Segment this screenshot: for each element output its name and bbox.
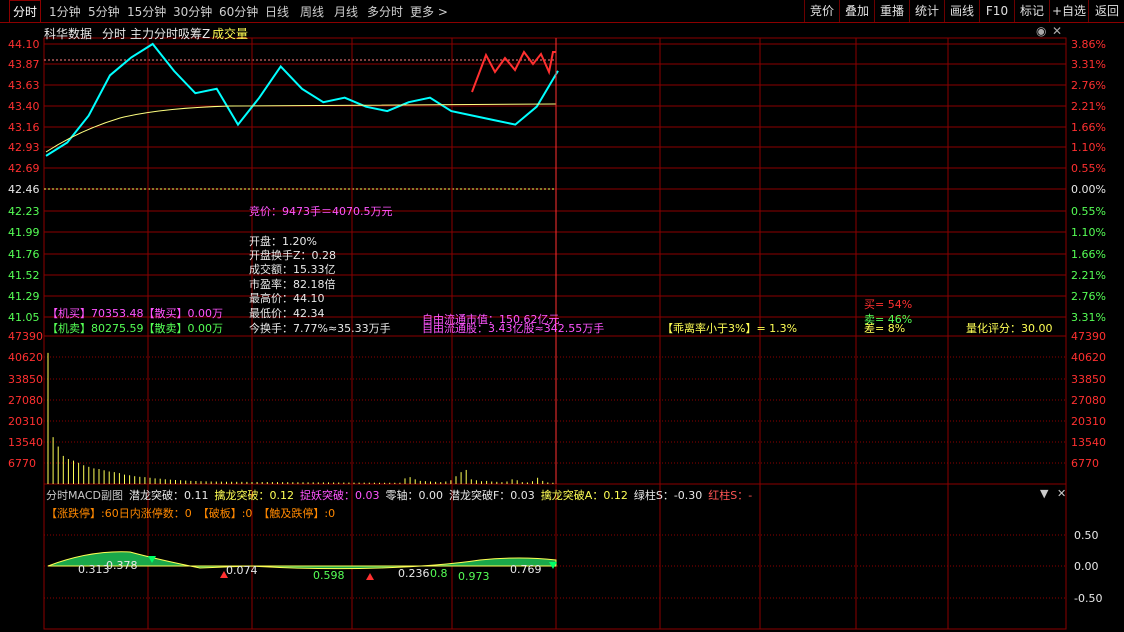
pe-info: 市盈率：82.18倍: [249, 278, 336, 291]
price-tick: 43.40: [8, 100, 40, 113]
float-shares-info: 自由流通股：3.43亿股≈342.55万手: [422, 322, 605, 335]
macd-value-label: 0.8: [430, 567, 448, 580]
volume-tick-right: 6770: [1071, 457, 1099, 470]
auction-info: 竞价：9473手＝4070.5万元: [249, 205, 393, 218]
price-tick: 43.16: [8, 121, 40, 134]
inst-buy-info: 【机买】70353.48【散买】0.00万: [47, 307, 223, 320]
volume-tick-right: 33850: [1071, 373, 1106, 386]
price-tick: 41.99: [8, 226, 40, 239]
macd-header-item: 分时MACD副图: [46, 489, 123, 502]
pct-tick: 1.66%: [1071, 248, 1106, 261]
macd-header-item: 绿柱S：-0.30: [633, 489, 703, 502]
price-tick: 42.23: [8, 205, 40, 218]
volume-indicator-name: 成交量: [212, 27, 249, 41]
macd-value-label: 0.074: [226, 564, 258, 577]
pct-tick: 0.55%: [1071, 205, 1106, 218]
buy-signal-icon: [366, 573, 374, 580]
volume-tick-left: 47390: [8, 330, 43, 343]
limit-stats: 【涨跌停】:60日内涨停数：0 【破板】:0 【触及跌停】:0: [46, 505, 341, 521]
volume-tick-left: 13540: [8, 436, 43, 449]
pct-tick: 0.55%: [1071, 162, 1106, 175]
pct-tick: 2.76%: [1071, 290, 1106, 303]
indicator-name: 主力分时吸筹Z: [130, 27, 211, 41]
price-tick: 42.69: [8, 162, 40, 175]
price-tick: 43.63: [8, 79, 40, 92]
buy-pct: 买= 54%: [864, 298, 913, 311]
volume-tick-left: 20310: [8, 415, 43, 428]
price-tick: 41.05: [8, 311, 40, 324]
pct-tick: 3.86%: [1071, 38, 1106, 51]
macd-tick: -0.50: [1074, 592, 1102, 605]
pct-tick: 1.66%: [1071, 121, 1106, 134]
dropdown-arrow-icon[interactable]: ▼: [1040, 488, 1048, 500]
pct-tick: 1.10%: [1071, 226, 1106, 239]
price-tick: 43.87: [8, 58, 40, 71]
settings-icon[interactable]: ◉: [1036, 24, 1046, 38]
macd-value-label: 0.769: [510, 563, 542, 576]
macd-header-item: 潜龙突破F：0.03: [448, 489, 535, 502]
price-tick: 41.52: [8, 269, 40, 282]
volume-tick-left: 33850: [8, 373, 43, 386]
volume-tick-right: 27080: [1071, 394, 1106, 407]
turnover-info: 今换手：7.77%≈35.33万手: [249, 322, 391, 335]
price-line-up: [471, 50, 556, 93]
volume-tick-right: 13540: [1071, 436, 1106, 449]
pct-tick: 2.21%: [1071, 269, 1106, 282]
price-tick: 41.29: [8, 290, 40, 303]
inst-sell-info: 【机卖】80275.59【散卖】0.00万: [47, 322, 223, 335]
limit-stat-item: 【触及跌停】:0: [258, 507, 336, 520]
volume-tick-right: 20310: [1071, 415, 1106, 428]
volume-tick-left: 27080: [8, 394, 43, 407]
macd-header-item: 零轴：0.00: [385, 489, 443, 502]
pct-tick: 3.31%: [1071, 58, 1106, 71]
pct-tick: 3.31%: [1071, 311, 1106, 324]
limit-stat-item: 【破板】:0: [197, 507, 253, 520]
diff-pct: 差= 8%: [864, 322, 906, 335]
macd-tick: 0.00: [1074, 560, 1099, 573]
price-tick: 42.46: [8, 183, 40, 196]
low-info: 最低价：42.34: [249, 307, 325, 320]
avg-price-line: [45, 103, 557, 153]
macd-close-icon[interactable]: ✕: [1057, 488, 1066, 500]
pct-tick: 1.10%: [1071, 141, 1106, 154]
macd-tick: 0.50: [1074, 529, 1099, 542]
amount-info: 成交额：15.33亿: [249, 263, 336, 276]
open-turnover-info: 开盘换手Z：0.28: [249, 249, 337, 262]
macd-value-label: 0.598: [313, 569, 345, 582]
pct-tick: 2.21%: [1071, 100, 1106, 113]
stock-name: 科华数据: [44, 27, 93, 41]
limit-stat-item: 【涨跌停】:60日内涨停数：0: [46, 507, 192, 520]
quant-score: 量化评分：30.00: [966, 322, 1053, 335]
pct-tick: 2.76%: [1071, 79, 1106, 92]
macd-header: 分时MACD副图 潜龙突破：0.11 擒龙突破：0.12 捉妖突破：0.03 零轴：0.…: [46, 487, 758, 503]
macd-header-item: 红柱S：-: [708, 489, 753, 502]
macd-value-label: 0.236: [398, 567, 430, 580]
macd-value-label: 0.378: [106, 559, 138, 572]
chart-mode: 分时: [102, 27, 127, 41]
macd-value-label: 0.973: [458, 570, 490, 583]
macd-header-item: 擒龙突破A：0.12: [540, 489, 628, 502]
price-line: [45, 42, 559, 157]
deviation-info: 【乖离率小于3%】= 1.3%: [662, 322, 798, 335]
volume-tick-right: 40620: [1071, 351, 1106, 364]
close-icon[interactable]: ✕: [1052, 24, 1062, 38]
macd-header-item: 擒龙突破：0.12: [214, 489, 294, 502]
macd-header-item: 捉妖突破：0.03: [299, 489, 380, 502]
volume-tick-right: 47390: [1071, 330, 1106, 343]
volume-tick-left: 40620: [8, 351, 43, 364]
volume-tick-left: 6770: [8, 457, 36, 470]
open-info: 开盘：1.20%: [249, 235, 317, 248]
high-info: 最高价：44.10: [249, 292, 325, 305]
macd-value-label: 0.313: [78, 563, 110, 576]
price-tick: 41.76: [8, 248, 40, 261]
price-tick: 42.93: [8, 141, 40, 154]
price-tick: 44.10: [8, 38, 40, 51]
pct-tick: 0.00%: [1071, 183, 1106, 196]
macd-header-item: 潜龙突破：0.11: [128, 489, 209, 502]
